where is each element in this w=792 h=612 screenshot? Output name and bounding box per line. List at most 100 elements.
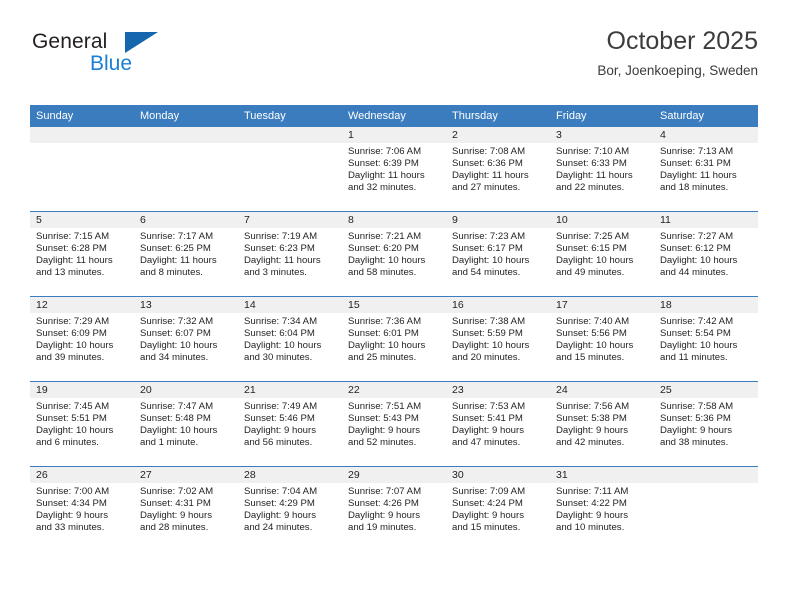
- calendar-day-cell[interactable]: 5 Sunrise: 7:15 AM Sunset: 6:28 PM Daylight…: [30, 211, 134, 297]
- calendar-week-row: 26 Sunrise: 7:00 AM Sunset: 4:34 PM Dayligh…: [30, 466, 758, 551]
- day-cell-inner: [238, 127, 342, 211]
- logo-text-general: General: [32, 30, 108, 53]
- daylight-text-line1: Daylight: 10 hours: [36, 340, 114, 352]
- sunset-text: Sunset: 4:26 PM: [348, 498, 419, 510]
- day-number: [654, 467, 758, 483]
- day-cell-inner: 19 Sunrise: 7:45 AM Sunset: 5:51 PM Dayligh…: [30, 382, 134, 466]
- calendar-day-cell[interactable]: 3 Sunrise: 7:10 AM Sunset: 6:33 PM Daylight…: [550, 127, 654, 212]
- calendar-day-cell[interactable]: 14 Sunrise: 7:34 AM Sunset: 6:04 PM Dayligh…: [238, 296, 342, 382]
- day-number: 14: [238, 297, 342, 313]
- day-cell-inner: 2 Sunrise: 7:08 AM Sunset: 6:36 PM Daylight…: [446, 127, 550, 211]
- calendar-day-cell[interactable]: 11 Sunrise: 7:27 AM Sunset: 6:12 PM Dayligh…: [654, 211, 758, 297]
- calendar-day-cell[interactable]: 28 Sunrise: 7:04 AM Sunset: 4:29 PM Dayligh…: [238, 466, 342, 551]
- sunrise-text: Sunrise: 7:00 AM: [36, 486, 110, 497]
- daylight-text-line2: and 47 minutes.: [452, 437, 521, 449]
- sunrise-text: Sunrise: 7:02 AM: [140, 486, 214, 497]
- day-number: 11: [654, 212, 758, 228]
- day-number: 24: [550, 382, 654, 398]
- calendar-day-cell[interactable]: 4 Sunrise: 7:13 AM Sunset: 6:31 PM Daylight…: [654, 127, 758, 212]
- calendar-day-cell[interactable]: 20 Sunrise: 7:47 AM Sunset: 5:48 PM Dayligh…: [134, 381, 238, 467]
- calendar-day-cell[interactable]: 17 Sunrise: 7:40 AM Sunset: 5:56 PM Dayligh…: [550, 296, 654, 382]
- daylight-text-line2: and 39 minutes.: [36, 352, 105, 364]
- calendar-day-cell[interactable]: 26 Sunrise: 7:00 AM Sunset: 4:34 PM Dayligh…: [30, 466, 134, 551]
- calendar-day-cell[interactable]: 29 Sunrise: 7:07 AM Sunset: 4:26 PM Dayligh…: [342, 466, 446, 551]
- day-cell-inner: 4 Sunrise: 7:13 AM Sunset: 6:31 PM Daylight…: [654, 127, 758, 211]
- calendar-day-cell[interactable]: 2 Sunrise: 7:08 AM Sunset: 6:36 PM Daylight…: [446, 127, 550, 212]
- sunrise-text: Sunrise: 7:15 AM: [36, 231, 110, 242]
- calendar-day-cell[interactable]: 12 Sunrise: 7:29 AM Sunset: 6:09 PM Dayligh…: [30, 296, 134, 382]
- calendar-day-cell[interactable]: 22 Sunrise: 7:51 AM Sunset: 5:43 PM Dayligh…: [342, 381, 446, 467]
- sunrise-text: Sunrise: 7:40 AM: [556, 316, 630, 327]
- day-details: Sunrise: 7:21 AM Sunset: 6:20 PM Daylight:…: [342, 228, 446, 279]
- calendar-day-cell[interactable]: 6 Sunrise: 7:17 AM Sunset: 6:25 PM Daylight…: [134, 211, 238, 297]
- day-number: 15: [342, 297, 446, 313]
- calendar-day-cell[interactable]: 25 Sunrise: 7:58 AM Sunset: 5:36 PM Dayligh…: [654, 381, 758, 467]
- day-number: 28: [238, 467, 342, 483]
- weekday-header-tuesday: Tuesday: [238, 105, 342, 127]
- daylight-text-line2: and 3 minutes.: [244, 267, 307, 279]
- calendar-day-cell[interactable]: 19 Sunrise: 7:45 AM Sunset: 5:51 PM Dayligh…: [30, 381, 134, 467]
- sunrise-text: Sunrise: 7:19 AM: [244, 231, 318, 242]
- calendar-day-cell[interactable]: 9 Sunrise: 7:23 AM Sunset: 6:17 PM Daylight…: [446, 211, 550, 297]
- daylight-text-line1: Daylight: 10 hours: [348, 340, 426, 352]
- day-details: Sunrise: 7:00 AM Sunset: 4:34 PM Daylight:…: [30, 483, 134, 534]
- weekday-header-friday: Friday: [550, 105, 654, 127]
- day-number: 10: [550, 212, 654, 228]
- day-cell-inner: 10 Sunrise: 7:25 AM Sunset: 6:15 PM Dayligh…: [550, 212, 654, 296]
- day-cell-inner: 7 Sunrise: 7:19 AM Sunset: 6:23 PM Daylight…: [238, 212, 342, 296]
- calendar-week-row: 19 Sunrise: 7:45 AM Sunset: 5:51 PM Dayligh…: [30, 381, 758, 467]
- sunset-text: Sunset: 4:29 PM: [244, 498, 315, 510]
- calendar-day-cell[interactable]: 8 Sunrise: 7:21 AM Sunset: 6:20 PM Daylight…: [342, 211, 446, 297]
- sunset-text: Sunset: 6:17 PM: [452, 243, 523, 255]
- calendar-day-cell[interactable]: 13 Sunrise: 7:32 AM Sunset: 6:07 PM Dayligh…: [134, 296, 238, 382]
- daylight-text-line1: Daylight: 11 hours: [348, 170, 425, 182]
- day-number: 8: [342, 212, 446, 228]
- calendar-day-cell[interactable]: 31 Sunrise: 7:11 AM Sunset: 4:22 PM Dayligh…: [550, 466, 654, 551]
- day-number: 6: [134, 212, 238, 228]
- day-details: Sunrise: 7:32 AM Sunset: 6:07 PM Daylight:…: [134, 313, 238, 364]
- calendar-day-cell[interactable]: 30 Sunrise: 7:09 AM Sunset: 4:24 PM Dayligh…: [446, 466, 550, 551]
- day-number: 27: [134, 467, 238, 483]
- daylight-text-line2: and 32 minutes.: [348, 182, 417, 194]
- sunset-text: Sunset: 5:56 PM: [556, 328, 627, 340]
- day-cell-inner: 31 Sunrise: 7:11 AM Sunset: 4:22 PM Dayligh…: [550, 467, 654, 551]
- day-number: 4: [654, 127, 758, 143]
- calendar-day-cell[interactable]: 1 Sunrise: 7:06 AM Sunset: 6:39 PM Daylight…: [342, 127, 446, 212]
- day-number: 21: [238, 382, 342, 398]
- day-details: Sunrise: 7:17 AM Sunset: 6:25 PM Daylight:…: [134, 228, 238, 279]
- day-cell-inner: 13 Sunrise: 7:32 AM Sunset: 6:07 PM Dayligh…: [134, 297, 238, 381]
- sunset-text: Sunset: 6:07 PM: [140, 328, 211, 340]
- calendar-day-cell[interactable]: 7 Sunrise: 7:19 AM Sunset: 6:23 PM Daylight…: [238, 211, 342, 297]
- day-cell-inner: 21 Sunrise: 7:49 AM Sunset: 5:46 PM Dayligh…: [238, 382, 342, 466]
- calendar-day-cell[interactable]: 18 Sunrise: 7:42 AM Sunset: 5:54 PM Dayligh…: [654, 296, 758, 382]
- calendar-day-cell[interactable]: 24 Sunrise: 7:56 AM Sunset: 5:38 PM Dayligh…: [550, 381, 654, 467]
- sunset-text: Sunset: 5:51 PM: [36, 413, 107, 425]
- day-cell-inner: 16 Sunrise: 7:38 AM Sunset: 5:59 PM Dayligh…: [446, 297, 550, 381]
- day-cell-inner: 23 Sunrise: 7:53 AM Sunset: 5:41 PM Dayligh…: [446, 382, 550, 466]
- daylight-text-line2: and 18 minutes.: [660, 182, 729, 194]
- calendar-cell-empty: [134, 127, 238, 212]
- day-cell-inner: 24 Sunrise: 7:56 AM Sunset: 5:38 PM Dayligh…: [550, 382, 654, 466]
- day-cell-inner: 28 Sunrise: 7:04 AM Sunset: 4:29 PM Dayligh…: [238, 467, 342, 551]
- daylight-text-line1: Daylight: 10 hours: [556, 340, 634, 352]
- day-cell-inner: 1 Sunrise: 7:06 AM Sunset: 6:39 PM Daylight…: [342, 127, 446, 211]
- daylight-text-line1: Daylight: 10 hours: [348, 255, 426, 267]
- day-details: Sunrise: 7:06 AM Sunset: 6:39 PM Daylight:…: [342, 143, 446, 194]
- calendar-day-cell[interactable]: 16 Sunrise: 7:38 AM Sunset: 5:59 PM Dayligh…: [446, 296, 550, 382]
- daylight-text-line1: Daylight: 9 hours: [660, 425, 732, 437]
- calendar-day-cell[interactable]: 15 Sunrise: 7:36 AM Sunset: 6:01 PM Dayligh…: [342, 296, 446, 382]
- day-cell-inner: 15 Sunrise: 7:36 AM Sunset: 6:01 PM Dayligh…: [342, 297, 446, 381]
- calendar-day-cell[interactable]: 27 Sunrise: 7:02 AM Sunset: 4:31 PM Dayligh…: [134, 466, 238, 551]
- daylight-text-line2: and 15 minutes.: [452, 522, 521, 534]
- daylight-text-line2: and 52 minutes.: [348, 437, 417, 449]
- weekday-header-saturday: Saturday: [654, 105, 758, 127]
- day-details: Sunrise: 7:25 AM Sunset: 6:15 PM Daylight:…: [550, 228, 654, 279]
- daylight-text-line2: and 25 minutes.: [348, 352, 417, 364]
- calendar-day-cell[interactable]: 10 Sunrise: 7:25 AM Sunset: 6:15 PM Dayligh…: [550, 211, 654, 297]
- calendar-day-cell[interactable]: 21 Sunrise: 7:49 AM Sunset: 5:46 PM Dayligh…: [238, 381, 342, 467]
- calendar-day-cell[interactable]: 23 Sunrise: 7:53 AM Sunset: 5:41 PM Dayligh…: [446, 381, 550, 467]
- day-number: 29: [342, 467, 446, 483]
- weekday-header-sunday: Sunday: [30, 105, 134, 127]
- sunrise-text: Sunrise: 7:17 AM: [140, 231, 214, 242]
- sunrise-text: Sunrise: 7:42 AM: [660, 316, 734, 327]
